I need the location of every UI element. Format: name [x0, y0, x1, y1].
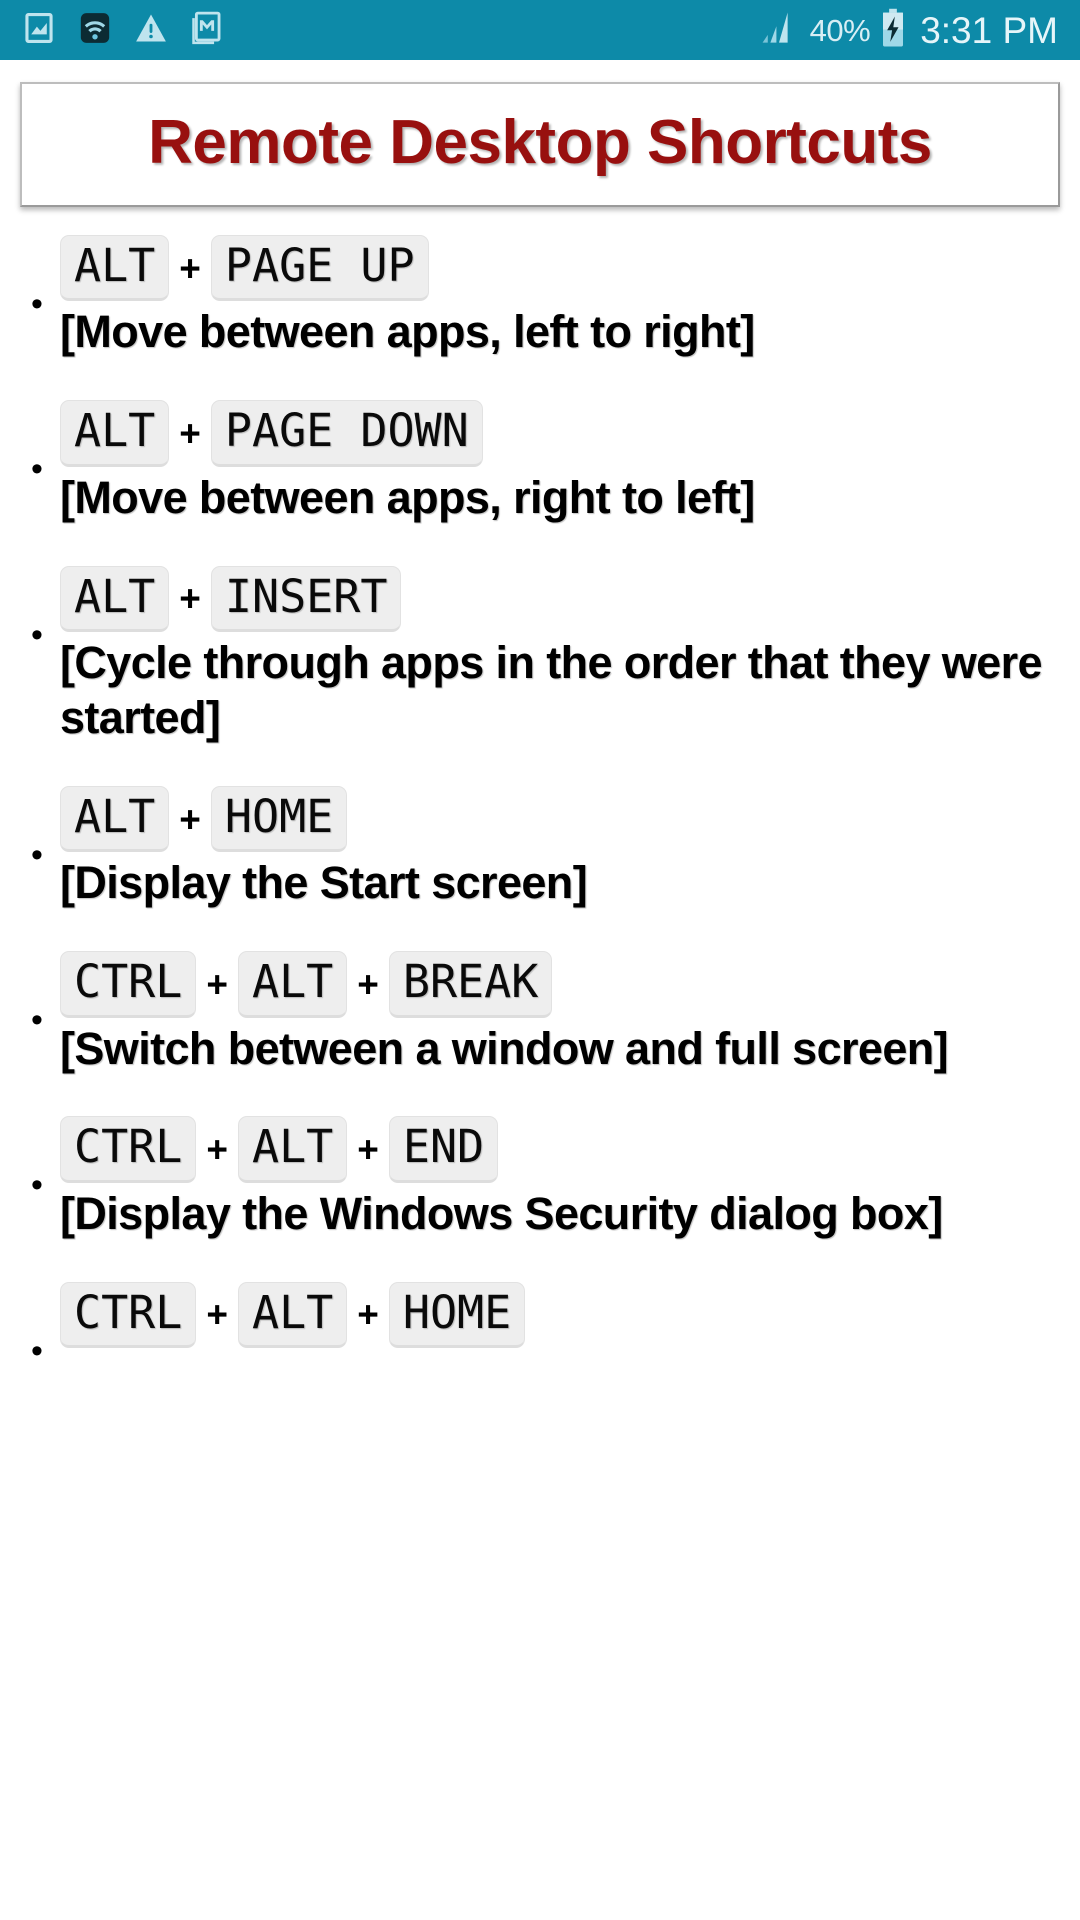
plus-separator: +	[179, 247, 201, 289]
plus-separator: +	[357, 963, 379, 1005]
key-badge: END	[388, 1116, 499, 1183]
shortcut-body: ALT + PAGE DOWN [Move between apps, right t…	[60, 400, 1066, 525]
list-bullet-icon: •	[31, 450, 43, 489]
shortcut-body: CTRL + ALT + BREAK [Switch between a window a…	[60, 951, 1066, 1076]
plus-separator: +	[179, 413, 201, 455]
shortcut-item: • CTRL + ALT + HOME	[14, 1281, 1066, 1370]
key-badge: HOME	[388, 1281, 526, 1349]
shortcut-body: ALT + HOME [Display the Start screen]	[60, 785, 1066, 911]
plus-separator: +	[206, 1129, 228, 1171]
status-bar-system-icons: 40% 3:31 PM	[758, 8, 1058, 53]
plus-separator: +	[179, 798, 201, 840]
key-badge: ALT	[237, 951, 348, 1018]
key-badge: CTRL	[60, 1116, 197, 1183]
key-badge: BREAK	[388, 951, 553, 1018]
shortcut-description: [Move between apps, right to left]	[60, 471, 755, 523]
list-bullet-icon: •	[31, 1331, 43, 1370]
shortcut-item: • ALT + PAGE UP [Move between apps, left to …	[14, 235, 1066, 360]
shortcut-description: [Display the Start screen]	[60, 857, 588, 909]
battery-charging-icon	[880, 8, 906, 53]
list-bullet-icon: •	[31, 835, 43, 874]
key-badge: INSERT	[210, 565, 402, 633]
shortcut-item: • CTRL + ALT + BREAK [Switch between a window …	[14, 951, 1066, 1076]
title-section: Remote Desktop Shortcuts	[0, 60, 1080, 208]
shortcut-item: • ALT + INSERT [Cycle through apps in the or…	[14, 565, 1066, 746]
key-combination: ALT + HOME	[60, 785, 1066, 853]
key-badge: ALT	[60, 235, 170, 302]
battery-percent-label: 40%	[809, 12, 871, 48]
list-bullet-icon: •	[31, 285, 43, 324]
shortcut-description: [Switch between a window and full screen…	[60, 1022, 949, 1074]
key-badge: ALT	[237, 1116, 348, 1183]
plus-separator: +	[179, 578, 201, 620]
shortcut-list: • ALT + PAGE UP [Move between apps, left to …	[0, 207, 1080, 1368]
plus-separator: +	[357, 1129, 379, 1171]
status-bar: 40% 3:31 PM	[0, 0, 1080, 60]
plus-separator: +	[206, 963, 228, 1005]
shortcut-body: CTRL + ALT + HOME	[60, 1281, 1066, 1349]
shortcut-description: [Cycle through apps in the order that th…	[60, 637, 1043, 743]
page-title: Remote Desktop Shortcuts	[148, 108, 932, 177]
shortcut-description: [Move between apps, left to right]	[60, 306, 755, 358]
key-badge: CTRL	[60, 1281, 197, 1349]
key-combination: CTRL + ALT + HOME	[60, 1281, 1066, 1349]
key-badge: ALT	[60, 565, 170, 633]
shortcut-item: • CTRL + ALT + END [Display the Windows Securi…	[14, 1116, 1066, 1241]
status-bar-notification-icons	[22, 11, 224, 50]
key-combination: ALT + PAGE UP	[60, 235, 1066, 302]
title-box: Remote Desktop Shortcuts	[20, 82, 1060, 208]
key-badge: ALT	[60, 400, 170, 467]
key-badge: ALT	[237, 1281, 348, 1349]
shortcut-item: • ALT + HOME [Display the Start screen]	[14, 785, 1066, 911]
gmail-icon	[190, 11, 224, 50]
shortcut-item: • ALT + PAGE DOWN [Move between apps, right …	[14, 400, 1066, 525]
key-badge: CTRL	[60, 951, 197, 1018]
key-combination: CTRL + ALT + END	[60, 1116, 1066, 1183]
clock-label: 3:31 PM	[920, 9, 1058, 51]
list-bullet-icon: •	[31, 1166, 43, 1205]
key-combination: ALT + PAGE DOWN	[60, 400, 1066, 467]
plus-separator: +	[206, 1294, 228, 1336]
key-combination: ALT + INSERT	[60, 565, 1066, 633]
list-bullet-icon: •	[31, 1001, 43, 1040]
shortcut-body: ALT + PAGE UP [Move between apps, left to r…	[60, 235, 1066, 360]
image-icon	[22, 11, 56, 50]
shortcut-description: [Display the Windows Security dialog box…	[60, 1187, 943, 1239]
key-badge: PAGE UP	[210, 235, 429, 302]
key-badge: ALT	[60, 785, 170, 853]
key-combination: CTRL + ALT + BREAK	[60, 951, 1066, 1018]
plus-separator: +	[357, 1294, 379, 1336]
signal-bars-icon	[758, 9, 800, 52]
list-bullet-icon: •	[31, 615, 43, 654]
shortcut-body: ALT + INSERT [Cycle through apps in the ord…	[60, 565, 1066, 746]
wifi-icon	[78, 11, 112, 50]
key-badge: PAGE DOWN	[210, 400, 483, 467]
warning-icon	[134, 11, 168, 50]
key-badge: HOME	[210, 785, 348, 853]
shortcut-body: CTRL + ALT + END [Display the Windows Securit…	[60, 1116, 1066, 1241]
